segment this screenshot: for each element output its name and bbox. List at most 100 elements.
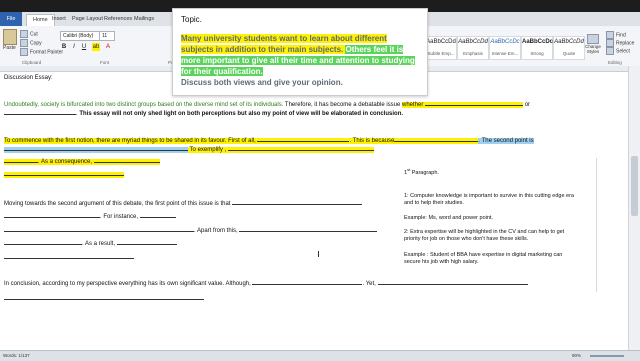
style-name: Emphasis xyxy=(463,51,483,56)
para2-line-1: To commence with the first notion, there… xyxy=(4,136,534,144)
tab-insert[interactable]: Insert xyxy=(52,14,66,25)
replace-label: Replace xyxy=(616,40,635,47)
blank-field[interactable] xyxy=(239,226,378,232)
whether-word: whether xyxy=(402,102,426,108)
or-word: or xyxy=(523,102,531,108)
paste-button[interactable]: Paste xyxy=(3,29,17,51)
tab-file[interactable]: File xyxy=(0,12,22,26)
intro-sentence-1: Undoubtedly, society is bifurcated into … xyxy=(4,102,284,108)
topic-body: Many university students want to learn a… xyxy=(181,33,421,88)
format-painter-button[interactable]: Format Painter xyxy=(20,48,63,56)
status-bar: Words: 1/137 90% xyxy=(0,350,640,361)
blank-field[interactable] xyxy=(232,199,363,205)
blank-field[interactable] xyxy=(252,279,363,285)
topic-box[interactable]: Topic. Many university students want to … xyxy=(172,8,428,96)
para2-sentence-3: To exemplify , xyxy=(188,147,228,153)
blank-field[interactable] xyxy=(116,239,177,245)
blank-field[interactable] xyxy=(4,212,100,218)
style-sample: AaBbCcDc xyxy=(522,39,554,45)
style-sample: AaBbCcDd xyxy=(554,39,584,45)
side-note-4: Example : Student of BBA have expertise … xyxy=(404,252,563,265)
blank-field[interactable] xyxy=(4,253,134,259)
clipboard-icon xyxy=(3,29,17,45)
replace-button[interactable]: Replace xyxy=(606,39,634,47)
tab-page-layout[interactable]: Page Layout xyxy=(72,14,103,25)
style-intense-emphasis[interactable]: AaBbCcDc Intense Em... xyxy=(489,36,521,60)
side-heading-text: Paragraph. xyxy=(410,169,439,176)
cut-label: Cut xyxy=(30,31,38,38)
conclusion-sentence-1: In conclusion, according to my perspecti… xyxy=(4,281,253,287)
blank-field[interactable] xyxy=(4,145,188,151)
para2-sentence-1: To commence with the first notion, there… xyxy=(4,138,258,144)
select-label: Select xyxy=(616,48,630,55)
blank-field[interactable] xyxy=(93,157,160,163)
scissors-icon xyxy=(20,30,28,38)
blank-field[interactable] xyxy=(4,226,194,232)
intro-sentence-3: This essay will not only shed light on b… xyxy=(79,111,404,117)
clipboard-group-label: Clipboard xyxy=(22,60,42,65)
blank-field[interactable] xyxy=(394,136,479,142)
para2-highlight: To commence with the first notion, there… xyxy=(4,136,479,144)
para3-line-5 xyxy=(4,253,134,261)
blank-field[interactable] xyxy=(4,157,38,163)
scrollbar-thumb[interactable] xyxy=(631,156,638,216)
binoculars-icon xyxy=(606,31,614,39)
style-quote[interactable]: AaBbCcDd Quote xyxy=(553,36,585,60)
blank-field[interactable] xyxy=(425,100,524,106)
style-name: Quote xyxy=(562,51,576,56)
cut-button[interactable]: Cut xyxy=(20,30,38,38)
para3-line-4: . As a result, xyxy=(4,239,177,247)
copy-button[interactable]: Copy xyxy=(20,39,42,47)
change-styles-button[interactable]: Change Styles xyxy=(584,34,602,54)
para2-line-2: To exemplify , xyxy=(4,145,374,153)
selected-text: . The second point is xyxy=(478,138,534,144)
para3-sentence-3: . Apart from this, xyxy=(194,228,240,234)
style-subtle-emphasis[interactable]: AaBbCcDd Subtle Emp... xyxy=(425,36,457,60)
font-size-select[interactable]: 11 xyxy=(99,31,115,41)
para3-sentence-1: Moving towards the second argument of th… xyxy=(4,201,233,207)
conclusion-line-2 xyxy=(4,294,204,302)
blank-field[interactable] xyxy=(4,294,204,300)
zoom-slider[interactable] xyxy=(590,355,624,357)
para2-highlight-4 xyxy=(4,172,124,178)
tab-references[interactable]: References xyxy=(104,14,132,25)
italic-button[interactable]: I xyxy=(70,43,78,51)
document-page[interactable]: Discussion Essay: Undoubtedly, society i… xyxy=(0,72,628,350)
blank-field[interactable] xyxy=(377,279,528,285)
style-sample: AaBbCcDd xyxy=(426,39,456,45)
style-emphasis[interactable]: AaBbCcDd Emphasis xyxy=(457,36,489,60)
underline-button[interactable]: U xyxy=(80,43,88,51)
font-name-select[interactable]: Calibri (Body) xyxy=(60,31,102,41)
para2-highlight-3: . As a consequence, xyxy=(4,159,160,165)
change-styles-icon xyxy=(587,34,599,44)
find-label: Find xyxy=(616,32,626,39)
highlight-color-button[interactable]: ab xyxy=(92,43,100,51)
tab-mailings[interactable]: Mailings xyxy=(134,14,154,25)
side-note-3: 2: Extra expertise will be highlighted i… xyxy=(404,229,565,242)
para2-sentence-4: . As a consequence, xyxy=(38,159,94,165)
para3-line-3: . Apart from this, xyxy=(4,226,378,234)
tab-home[interactable]: Home xyxy=(26,14,55,26)
blank-field[interactable] xyxy=(4,109,76,115)
vertical-scrollbar[interactable] xyxy=(628,66,640,350)
select-button[interactable]: Select xyxy=(606,47,630,55)
bold-button[interactable]: B xyxy=(60,43,68,51)
copy-icon xyxy=(20,39,28,47)
format-painter-label: Format Painter xyxy=(30,49,64,56)
para2-sentence-2: . This is because xyxy=(349,138,395,144)
find-button[interactable]: Find xyxy=(606,31,626,39)
blank-field[interactable] xyxy=(4,170,124,176)
mouse-cursor xyxy=(318,251,321,257)
font-color-button[interactable]: A xyxy=(104,43,112,51)
style-strong[interactable]: AaBbCcDc Strong xyxy=(521,36,553,60)
replace-icon xyxy=(606,39,614,47)
style-name: Intense Em... xyxy=(491,51,519,56)
blank-field[interactable] xyxy=(139,212,176,218)
para2-line-3: . As a consequence, xyxy=(4,157,160,165)
style-name: Subtle Emp... xyxy=(427,51,455,56)
blank-field[interactable] xyxy=(4,239,82,245)
copy-label: Copy xyxy=(30,40,42,47)
blank-field[interactable] xyxy=(227,145,374,151)
para3-sentence-4: . As a result, xyxy=(82,241,117,247)
blank-field[interactable] xyxy=(257,136,350,142)
